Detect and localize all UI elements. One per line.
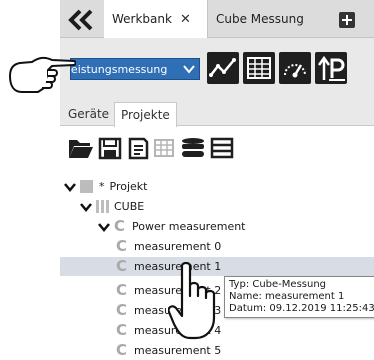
tab-projekte-label: Projekte xyxy=(121,108,170,122)
tab-werkbank[interactable]: Werkbank ✕ xyxy=(104,0,208,38)
tree-item-label: measurement 5 xyxy=(134,344,222,357)
close-icon[interactable]: ✕ xyxy=(180,12,191,27)
tab-projekte[interactable]: Projekte xyxy=(114,102,177,127)
tab-cube-messung[interactable]: Cube Messung xyxy=(214,0,304,38)
measurement-c-icon: C xyxy=(116,341,128,359)
open-folder-icon[interactable] xyxy=(68,134,94,162)
measurement-c-icon: C xyxy=(116,281,128,299)
measurement-c-icon: C xyxy=(116,301,128,319)
measurement-c-icon: C xyxy=(114,217,126,235)
tree-item-measurement-5[interactable]: C measurement 5 xyxy=(116,341,221,360)
pointing-hand-icon xyxy=(9,56,76,93)
hand-cursor-icon xyxy=(168,262,216,340)
table-view-button[interactable] xyxy=(243,52,275,84)
measurement-c-icon: C xyxy=(116,257,128,275)
table-icon xyxy=(247,57,271,79)
tree-item-cube[interactable]: CUBE xyxy=(80,197,144,216)
tab-cube-messung-label: Cube Messung xyxy=(216,12,304,26)
tree-item-projekt[interactable]: * Projekt xyxy=(64,177,147,196)
tab-geraete[interactable]: Geräte xyxy=(62,102,115,126)
collapse-panel-button[interactable] xyxy=(66,9,96,31)
double-chevron-left-icon xyxy=(68,9,93,31)
tree-item-label: CUBE xyxy=(114,200,145,213)
tree-item-label: Projekt xyxy=(109,180,148,193)
line-chart-icon xyxy=(209,58,236,77)
tree-item-label: measurement 0 xyxy=(134,240,222,253)
measurement-c-icon: C xyxy=(116,237,128,255)
gauge-button[interactable] xyxy=(279,52,311,84)
tree-item-power-measurement[interactable]: C Power measurement xyxy=(98,217,246,236)
tab-geraete-label: Geräte xyxy=(68,107,110,121)
chevron-down-icon xyxy=(183,65,195,74)
export-parameter-button[interactable] xyxy=(315,52,347,84)
document-list-icon[interactable] xyxy=(126,134,150,162)
chevron-down-icon[interactable] xyxy=(64,181,76,193)
line-chart-button[interactable] xyxy=(207,52,239,84)
chevron-down-icon[interactable] xyxy=(80,201,92,213)
table-disabled-icon xyxy=(154,139,174,157)
gauge-icon xyxy=(284,64,306,78)
upload-parameter-icon xyxy=(317,55,345,81)
tab-werkbank-label: Werkbank xyxy=(112,12,172,26)
add-tab-icon[interactable] xyxy=(339,12,355,28)
tooltip-type: Typ: Cube-Messung xyxy=(229,279,327,290)
save-icon[interactable] xyxy=(98,134,122,162)
project-icon xyxy=(80,180,93,193)
tree-item-measurement-0[interactable]: C measurement 0 xyxy=(116,237,221,256)
list-icon[interactable] xyxy=(210,134,234,162)
tooltip: Typ: Cube-Messung Name: measurement 1 Da… xyxy=(224,276,374,318)
tree-item-label: Power measurement xyxy=(132,220,246,233)
tooltip-date: Datum: 09.12.2019 11:25:43 xyxy=(229,303,374,314)
unsaved-marker: * xyxy=(99,180,105,193)
cube-device-icon xyxy=(96,200,109,213)
chevron-down-icon[interactable] xyxy=(98,221,110,233)
tooltip-name: Name: measurement 1 xyxy=(229,291,345,302)
measurement-c-icon: C xyxy=(116,321,128,339)
database-icon[interactable] xyxy=(180,134,206,162)
mode-select[interactable]: Leistungsmessung xyxy=(70,58,200,80)
mode-select-value: Leistungsmessung xyxy=(70,62,168,76)
